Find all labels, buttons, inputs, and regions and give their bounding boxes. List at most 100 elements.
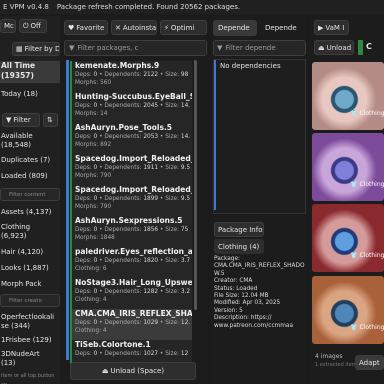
dependents-value: 1029: [143, 320, 159, 326]
eject-icon: ⏏: [101, 367, 109, 375]
creator-item[interactable]: 1Frisbee (129): [0, 336, 60, 345]
shirt-icon: 👕: [350, 181, 358, 188]
package-list-item[interactable]: AshAuryn.Pose_Tools.5 Deps: 0 • Dependent…: [70, 123, 192, 158]
package-name: AshAuryn.Pose_Tools.5: [75, 123, 173, 132]
status-duplicates[interactable]: Duplicates (7): [0, 156, 60, 165]
filter-creators-input[interactable]: Filter creato: [0, 294, 60, 307]
package-stats: Deps: 0 • Dependents: 2045 • Size: 14.: [75, 103, 191, 109]
package-name: Hunting-Succubus.EyeBall_Sha: [75, 92, 192, 101]
deps-value: 0: [93, 351, 98, 357]
package-list-item[interactable]: paledriver.Eyes_reflection_and Deps: 0 • …: [70, 247, 192, 282]
package-list-item[interactable]: CMA.CMA_IRIS_REFLEX_SHAD Deps: 0 • Depend…: [70, 309, 192, 344]
deps-label: Deps:: [75, 134, 92, 140]
mc-button[interactable]: Mc: [0, 19, 16, 33]
heart-icon: ♥: [68, 23, 75, 32]
today-item[interactable]: Today (18): [0, 90, 60, 99]
sidebar: Mc ⏻ Off ▦ Filter by D All Time (19357) To…: [0, 16, 60, 384]
unload-space-button[interactable]: ⏏ Unload (Space): [70, 362, 196, 380]
tab-clothing[interactable]: Clothing (4): [214, 239, 264, 254]
content-hair[interactable]: Hair (4,120): [0, 248, 60, 257]
package-name: TiSeb.Colortone.1: [75, 340, 151, 349]
dependency-list: No dependencies: [213, 59, 306, 214]
adapt-button[interactable]: Adapt: [355, 355, 384, 370]
optimize-label: Optimi: [170, 23, 195, 32]
status-available[interactable]: Available: [0, 132, 60, 141]
dependents-label: Dependents:: [104, 351, 142, 357]
vam-button[interactable]: ▶ VaM I: [314, 20, 349, 35]
all-time-count: (19357): [1, 71, 34, 80]
autoinstall-button[interactable]: ✕ Autoinstal: [111, 20, 157, 35]
package-content-count: Morphs: 560: [75, 80, 112, 86]
package-name: CMA.CMA_IRIS_REFLEX_SHAD: [75, 309, 192, 318]
package-content-count: Morphs: 14: [75, 111, 108, 117]
info-line: Version: 5: [214, 307, 243, 314]
package-name: AshAuryn.Sexpressions.5: [75, 216, 183, 225]
dependents-value: 1911: [143, 165, 159, 171]
clothing-thumbnail[interactable]: [312, 133, 384, 201]
off-button[interactable]: ⏻ Off: [19, 19, 47, 33]
optimize-button[interactable]: ⚡ Optimi: [160, 20, 207, 35]
package-list-item[interactable]: AshAuryn.Sexpressions.5 Deps: 0 • Depende…: [70, 216, 192, 251]
dependency-search-input[interactable]: ▼ Filter depende: [213, 40, 306, 56]
all-time-item[interactable]: All Time (19357): [0, 61, 60, 83]
package-list-scrollbar[interactable]: [194, 60, 197, 310]
clothing-thumbnail[interactable]: [312, 62, 384, 130]
content-morph-pack[interactable]: Morph Pack: [0, 280, 60, 289]
filter-button[interactable]: ▼ Filter: [2, 113, 40, 127]
tab-clothing-label: Clothing (4): [218, 242, 260, 251]
content-clothing[interactable]: Clothing: [0, 223, 60, 232]
favorite-button[interactable]: ♥ Favorite: [64, 20, 108, 35]
package-list-item[interactable]: Spacedog.Import_Reloaded_Lit Deps: 0 • De…: [70, 185, 192, 220]
filter-content-input[interactable]: Filter content: [0, 188, 60, 201]
dependents-value: 1856: [143, 227, 159, 233]
no-dependencies-text: No dependencies: [220, 62, 281, 70]
package-search-placeholder: Filter packages, c: [77, 44, 139, 52]
image-count: 4 images: [315, 353, 343, 360]
package-name: paledriver.Eyes_reflection_and: [75, 247, 192, 256]
thumbnail-label-text: Clothing: [359, 252, 384, 259]
package-stats: Deps: 0 • Dependents: 1911 • Size: 9.5: [75, 165, 191, 171]
status-loaded[interactable]: Loaded (809): [0, 172, 60, 181]
package-list-item[interactable]: NoStage3.Hair_Long_Upswept Deps: 0 • Depe…: [70, 278, 192, 313]
dependents-value: 2122: [143, 72, 159, 78]
filter-content-placeholder: Filter content: [9, 191, 46, 198]
filter-by-date-button[interactable]: ▦ Filter by D: [12, 42, 60, 56]
dependents-value: 1282: [143, 289, 159, 295]
sort-button[interactable]: ⇅: [43, 113, 58, 127]
package-stats: Deps: 0 • Dependents: 1856 • Size: 75: [75, 227, 189, 233]
package-list-item[interactable]: Spacedog.Import_Reloaded_Lit Deps: 0 • De…: [70, 154, 192, 189]
filter-icon: ▼: [217, 44, 223, 52]
package-list-item[interactable]: Hunting-Succubus.EyeBall_Sha Deps: 0 • De…: [70, 92, 192, 127]
tab-package-info[interactable]: Package Info: [214, 222, 264, 237]
package-list-item[interactable]: kemenate.Morphs.9 Deps: 0 • Dependents: 2…: [70, 61, 192, 96]
size-label: Size:: [165, 134, 180, 140]
creator-item[interactable]: 3DNudeArt: [0, 350, 60, 359]
unload-button[interactable]: ⏏ Unload: [314, 40, 354, 55]
dependents-value: 1820: [143, 258, 159, 264]
thumbnail-label: 👕 Clothing: [350, 181, 384, 188]
size-value: 14.: [180, 103, 191, 109]
tab-dependencies[interactable]: Depende: [213, 20, 257, 36]
package-search-input[interactable]: ▼ Filter packages, c: [64, 40, 207, 56]
package-name: NoStage3.Hair_Long_Upswept: [75, 278, 192, 287]
power-icon: ⏻: [23, 21, 29, 30]
content-clothing-count: (6,923): [1, 232, 27, 240]
filter-label: Filter: [13, 116, 31, 124]
info-line: Modified: Apr 03, 2025: [214, 300, 281, 307]
info-line: Package:: [214, 256, 240, 262]
thumbnail-label: 👕 Clothing: [350, 324, 384, 331]
clothing-thumbnail[interactable]: [312, 276, 384, 344]
info-line: W.5: [214, 270, 225, 277]
size-label: Size:: [165, 320, 180, 326]
size-label: Size:: [165, 258, 180, 264]
deps-value: 0: [93, 134, 98, 140]
size-label: Size:: [165, 227, 180, 233]
deps-value: 0: [93, 72, 98, 78]
clothing-thumbnail[interactable]: [312, 204, 384, 272]
deps-label: Deps:: [75, 165, 92, 171]
tab-dependents[interactable]: Depende: [259, 20, 305, 36]
deps-value: 0: [93, 289, 98, 295]
creator-item[interactable]: Operfectlookali: [0, 313, 60, 322]
content-looks[interactable]: Looks (1,887): [0, 264, 60, 273]
content-assets[interactable]: Assets (4,137): [0, 208, 60, 217]
